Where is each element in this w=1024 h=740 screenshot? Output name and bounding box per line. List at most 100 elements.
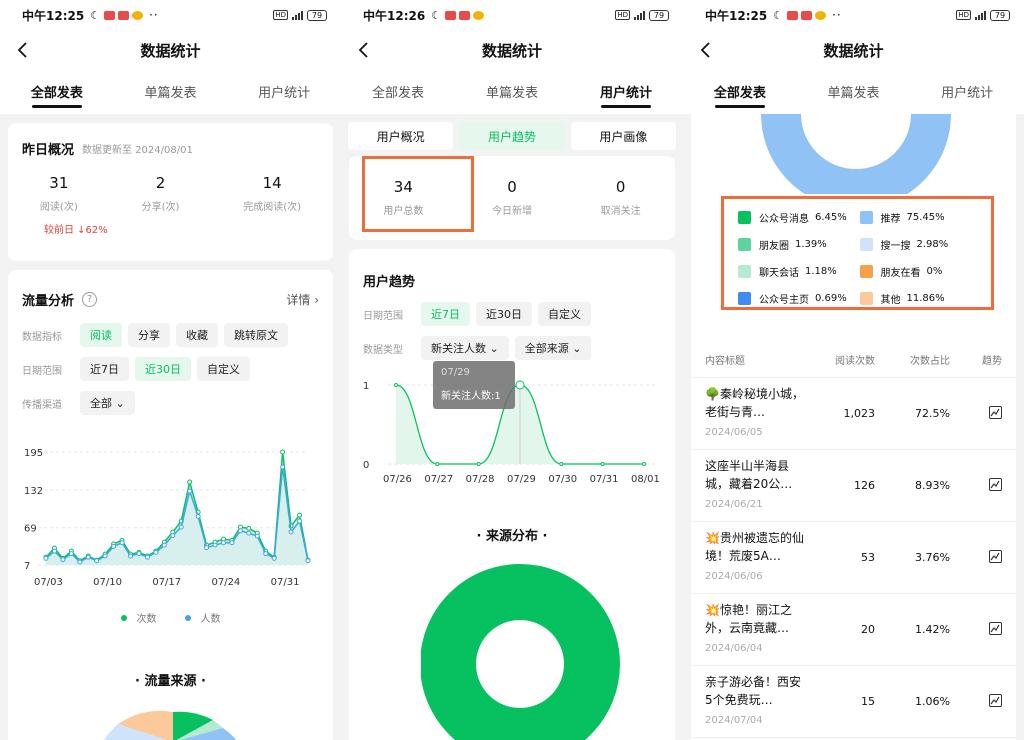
- date-30d[interactable]: 近30日: [135, 357, 191, 381]
- tab-user-stats[interactable]: 用户统计: [910, 70, 1024, 114]
- y-tick-label: 7: [24, 561, 30, 572]
- data-point: [271, 555, 277, 561]
- data-point: [102, 553, 108, 559]
- data-point: [204, 545, 210, 551]
- back-arrow-icon[interactable]: [355, 40, 373, 60]
- channel-select[interactable]: 全部 ⌄: [80, 391, 135, 415]
- legend-users: 人数: [200, 614, 221, 625]
- tab-single-post[interactable]: 单篇发表: [797, 70, 911, 114]
- data-point: [254, 533, 260, 539]
- trend-chart-icon[interactable]: [989, 622, 1002, 635]
- detail-link[interactable]: 详情 ›: [286, 291, 319, 308]
- screen-all-posts-scrolled: 中午12:25 ☾ ·· HD 79 数据统计 全部发表 单篇发表 用户统计 公…: [683, 0, 1024, 740]
- subtab-trend[interactable]: 用户趋势: [459, 122, 565, 150]
- data-point: [237, 528, 243, 534]
- signal-icon: [975, 10, 986, 20]
- data-point: [280, 464, 286, 470]
- subtab-overview[interactable]: 用户概况: [348, 122, 454, 150]
- row-title: 亲子游必备！西安5个免费玩…: [705, 675, 802, 707]
- date-30d[interactable]: 近30日: [476, 302, 532, 326]
- stat-complete: 14 完成阅读(次): [243, 174, 302, 213]
- data-point: [178, 524, 184, 530]
- data-point: [161, 542, 167, 548]
- table-row[interactable]: 💥贵州被遗忘的仙境！荒废5A… 2024/06/06 53 3.76%: [691, 522, 1016, 594]
- metric-favs[interactable]: 收藏: [176, 323, 218, 347]
- help-icon[interactable]: ?: [82, 292, 98, 307]
- battery-icon: 79: [307, 9, 327, 21]
- highlight-box: [362, 156, 474, 232]
- metric-label: 数据指标: [22, 331, 62, 343]
- data-point: [68, 551, 74, 557]
- trend-chart-icon[interactable]: [989, 550, 1002, 563]
- date-7d[interactable]: 近7日: [80, 357, 129, 381]
- type-label: 数据类型: [363, 344, 403, 356]
- data-point: [476, 462, 481, 466]
- trend-chart-icon[interactable]: [989, 478, 1002, 491]
- tab-user-stats[interactable]: 用户统计: [569, 70, 683, 114]
- y-tick-label: 69: [24, 524, 37, 535]
- legend-item: 聊天会话 1.18%: [738, 263, 860, 280]
- traffic-source-title: · 流量来源 ·: [135, 674, 206, 689]
- data-point: [246, 525, 252, 531]
- y-tick-label: 195: [24, 448, 43, 459]
- table-row[interactable]: 这座半山半海县城，藏着20公… 2024/06/21 126 8.93%: [691, 450, 1016, 522]
- signal-icon: [634, 10, 645, 20]
- table-row[interactable]: 💥惊艳！丽江之外，云南竟藏… 2024/06/04 20 1.42%: [691, 594, 1016, 666]
- legend-swatch: [859, 292, 873, 305]
- metric-shares[interactable]: 分享: [128, 323, 170, 347]
- moon-icon: ☾: [90, 8, 101, 22]
- tab-single-post[interactable]: 单篇发表: [114, 70, 228, 114]
- moon-icon: ☾: [431, 8, 442, 22]
- stat-reads: 31 阅读(次): [39, 174, 78, 213]
- data-point: [128, 553, 134, 559]
- legend-swatch: [859, 238, 873, 251]
- subtab-bar: 用户概况 用户趋势 用户画像: [348, 122, 676, 150]
- tab-bar: 全部发表 单篇发表 用户统计: [341, 70, 683, 114]
- battery-icon: 79: [649, 9, 669, 21]
- table-row[interactable]: 亲子游必备！西安5个免费玩… 2024/07/04 15 1.06%: [691, 666, 1016, 738]
- data-point: [111, 543, 117, 549]
- back-arrow-icon[interactable]: [697, 40, 715, 60]
- data-point: [394, 383, 398, 387]
- app-icon: [118, 10, 130, 20]
- weibo-icon: [815, 10, 827, 20]
- trend-chart-icon[interactable]: [989, 406, 1002, 419]
- tab-all-posts[interactable]: 全部发表: [341, 70, 455, 114]
- data-point: [297, 518, 303, 524]
- tab-all-posts[interactable]: 全部发表: [0, 70, 114, 114]
- traffic-title: 流量分析: [22, 294, 75, 309]
- traffic-source-donut: [761, 114, 951, 194]
- row-share: 8.93%: [915, 479, 950, 492]
- table-row[interactable]: 🌳秦岭秘境小城，老街与青… 2024/06/05 1,023 72.5%: [691, 378, 1016, 450]
- x-tick-label: 07/26: [383, 474, 412, 485]
- back-arrow-icon[interactable]: [14, 40, 32, 60]
- yesterday-overview-card: 昨日概况 数据更新至 2024/08/01 31 阅读(次) 2 分享(次) 14 完…: [8, 123, 333, 261]
- metric-jump[interactable]: 跳转原文: [224, 323, 288, 347]
- source-select[interactable]: 全部来源 ⌄: [514, 336, 592, 360]
- data-point: [246, 530, 252, 536]
- data-point: [559, 462, 564, 466]
- content-table: 内容标题 阅读次数 次数占比 趋势 🌳秦岭秘境小城，老街与青… 2024/06/0…: [691, 342, 1016, 738]
- app-icon: [104, 10, 116, 20]
- metric-reads[interactable]: 阅读: [80, 323, 122, 347]
- type-select[interactable]: 新关注人数 ⌄: [421, 336, 509, 360]
- row-date: 2024/06/21: [705, 499, 763, 510]
- legend-swatch: [738, 238, 751, 251]
- date-custom[interactable]: 自定义: [197, 357, 250, 381]
- date-custom[interactable]: 自定义: [538, 302, 591, 326]
- date-7d[interactable]: 近7日: [421, 302, 470, 326]
- data-point: [187, 479, 193, 485]
- stat-new-today: 0 今日新增: [491, 178, 532, 217]
- tab-all-posts[interactable]: 全部发表: [683, 70, 797, 114]
- source-dist-title: · 来源分布 ·: [476, 529, 548, 544]
- x-tick-label: 07/31: [590, 474, 619, 485]
- app-icon: [445, 10, 457, 20]
- trend-chart-icon[interactable]: [989, 694, 1002, 707]
- legend-item: 朋友在看 0%: [859, 263, 982, 280]
- tab-user-stats[interactable]: 用户统计: [227, 70, 341, 114]
- x-tick-label: 07/24: [211, 577, 240, 588]
- more-icon: ··: [832, 8, 842, 22]
- tab-single-post[interactable]: 单篇发表: [455, 70, 569, 114]
- subtab-portrait[interactable]: 用户画像: [570, 122, 676, 150]
- row-reads: 126: [854, 479, 875, 492]
